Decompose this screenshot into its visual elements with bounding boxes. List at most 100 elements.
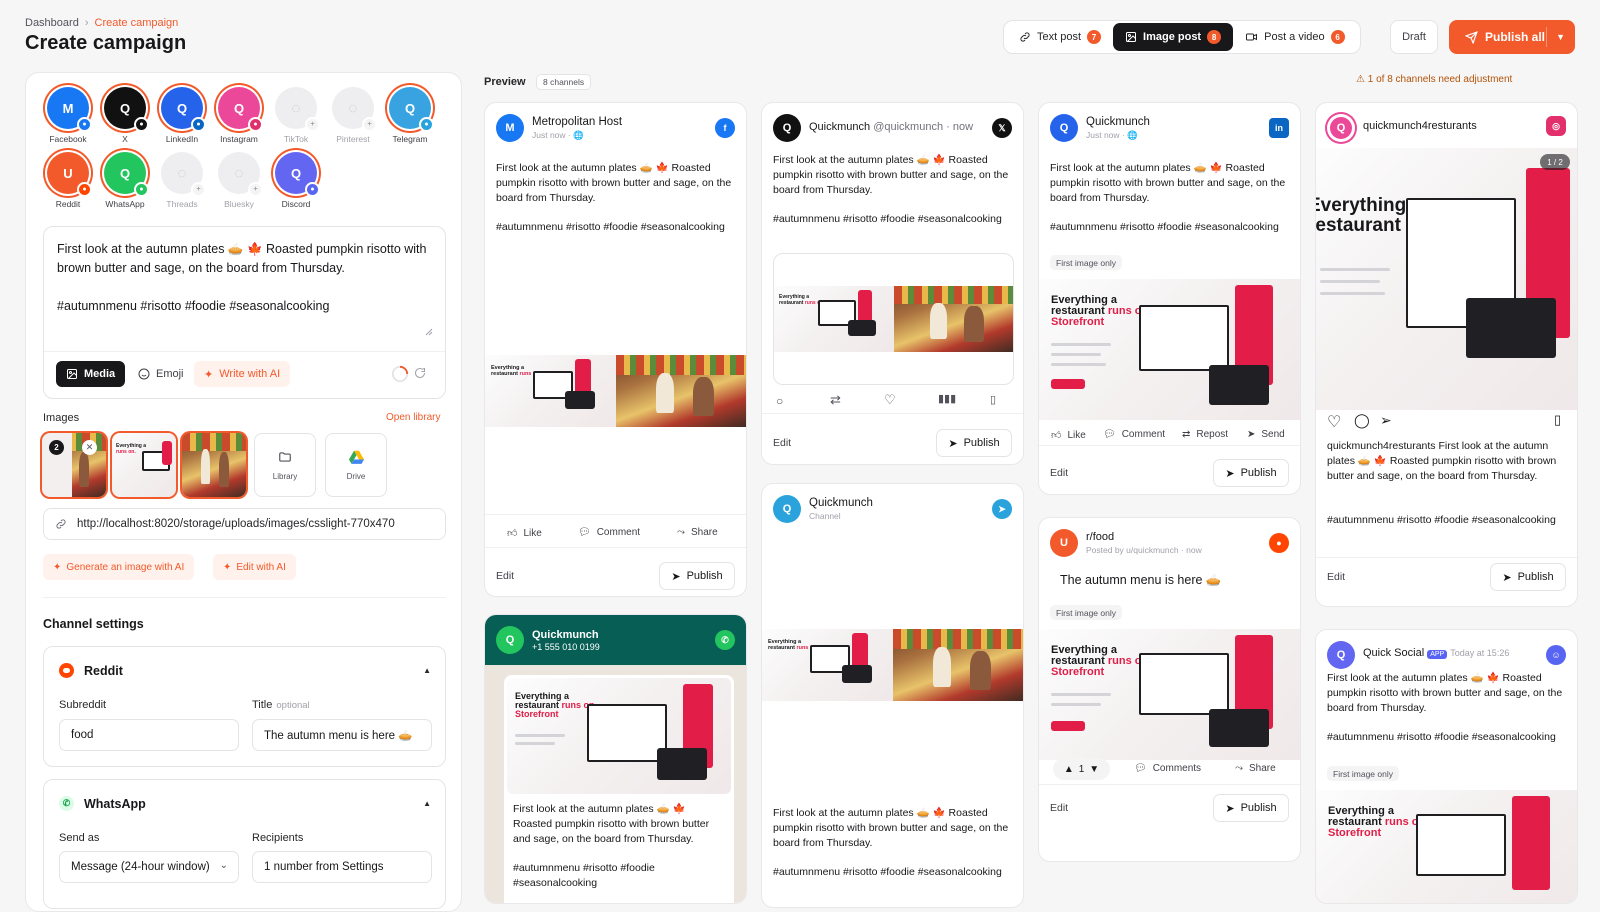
publish-all-button[interactable]: Publish all ▼ [1449,20,1575,54]
url-value: http://localhost:8020/storage/uploads/im… [77,518,395,530]
edit-link[interactable]: Edit [1050,467,1068,479]
publish-button[interactable]: ➤ Publish [1490,563,1566,591]
post-hashtags: #autumnmenu #risotto #foodie #seasonalco… [513,862,655,889]
publish-button[interactable]: ➤ Publish [659,562,735,590]
heart-icon[interactable]: ♡ [884,392,896,408]
tab-post-video[interactable]: Post a video 6 [1233,23,1357,51]
thumbs-up-icon: 👍︎ [1051,430,1062,441]
image-url-input[interactable]: http://localhost:8020/storage/uploads/im… [43,508,446,540]
share-button[interactable]: ⤳ Share [677,527,718,538]
person [219,452,230,488]
heart-icon[interactable]: ♡ [1327,412,1341,432]
write-with-ai-button[interactable]: ✦ Write with AI [194,361,291,387]
downvote-icon[interactable]: ▼ [1089,764,1099,775]
retweet-icon[interactable]: ⇄ [830,392,841,408]
facebook-account-name: Metropolitan Host [532,116,623,128]
image-thumbnail-1[interactable]: 2 ✕ [42,433,106,497]
text-line [1051,693,1111,696]
repost-button[interactable]: ⇄ Repost [1182,429,1228,440]
send-icon[interactable]: ➢ [1380,412,1392,429]
generate-image-ai-button[interactable]: ✦ Generate an image with AI [43,554,195,580]
channel-label: TikTok [283,134,309,144]
person [930,302,948,339]
image-thumbnail-2[interactable]: Everything a runs on. [112,433,176,497]
channel-facebook[interactable]: M ● Facebook [39,87,97,144]
channel-reddit[interactable]: U ● Reddit [39,152,97,209]
analytics-icon[interactable]: ▮▮▮ [938,392,956,405]
avatar: Q [496,626,524,654]
resize-handle-icon[interactable] [425,328,433,336]
comment-icon[interactable]: ◯ [1354,412,1370,429]
channel-label: Bluesky [224,199,254,209]
adjustment-warning[interactable]: ⚠ 1 of 8 channels need adjustment [1356,74,1512,85]
pos-terminal [657,748,707,780]
channel-tiktok[interactable]: ◌ + TikTok [267,87,325,144]
reddit-title-input[interactable]: The autumn menu is here 🥧 [252,719,432,751]
upvote-icon[interactable]: ▲ [1064,764,1074,775]
like-button[interactable]: 👍︎ Like [1051,429,1086,442]
edit-link[interactable]: Edit [1050,802,1068,814]
publish-button[interactable]: ➤ Publish [936,429,1012,457]
channel-pinterest[interactable]: ◌ + Pinterest [324,87,382,144]
comment-button[interactable]: 💬︎ Comment [1103,429,1165,440]
channel-discord[interactable]: Q ● Discord [267,152,325,209]
edit-link[interactable]: Edit [773,437,791,449]
kiosk [162,441,172,465]
selected-count-badge: 2 [49,440,64,455]
send-button[interactable]: ➤ Send [1247,429,1285,440]
like-button[interactable]: 👍︎ Like [507,527,542,540]
chevron-up-icon[interactable]: ▲ [423,666,431,675]
tab-text-post[interactable]: Text post 7 [1007,23,1113,51]
channel-telegram[interactable]: Q ● Telegram [381,87,439,144]
chevron-up-icon[interactable]: ▲ [423,799,431,808]
whatsapp-preview-card: Q Quickmunch +1 555 010 0199 ✆ Everythin… [484,614,747,904]
tab-image-post[interactable]: Image post 8 [1113,23,1234,51]
edit-link[interactable]: Edit [496,570,514,582]
bookmark-icon[interactable]: ▯ [990,393,996,406]
send-as-label: Send as [59,832,100,844]
edit-link[interactable]: Edit [1327,571,1345,583]
comment-button[interactable]: 💬︎ Comment [578,527,640,538]
share-button[interactable]: ⤳ Share [1235,763,1276,774]
channel-bluesky[interactable]: ◌ + Bluesky [210,152,268,209]
remove-icon[interactable]: ✕ [82,440,97,455]
edit-with-ai-button[interactable]: ✦ Edit with AI [213,554,296,580]
publish-label: Publish [1240,802,1277,814]
person [201,449,211,485]
channel-linkedin[interactable]: Q ● LinkedIn [153,87,211,144]
vote-control[interactable]: ▲ 1 ▼ [1053,758,1110,780]
breadcrumb-root[interactable]: Dashboard [25,17,79,29]
headline-line: restaurant [491,371,518,377]
warning-icon: ⚠ [1356,74,1368,85]
publish-button[interactable]: ➤ Publish [1213,459,1289,487]
subreddit-input[interactable]: food [59,719,239,751]
channel-instagram[interactable]: Q ● Instagram [210,87,268,144]
whatsapp-settings-header[interactable]: ✆ WhatsApp [59,796,146,811]
open-library-link[interactable]: Open library [386,412,440,423]
comments-button[interactable]: 💬︎ Comments [1134,763,1201,774]
storefront-image: Everything a restaurant runs on. Storefron… [507,678,731,794]
drive-button[interactable]: Drive [325,433,387,497]
emoji-button[interactable]: Emoji [128,361,194,387]
draft-button[interactable]: Draft [1390,20,1438,54]
publish-button[interactable]: ➤ Publish [1213,794,1289,822]
tab-label: Post a video [1264,31,1325,43]
send-icon: ➤ [671,570,681,583]
library-button[interactable]: Library [254,433,316,497]
image-headline: Everything a restaurant runs on. Storefron… [1051,645,1151,678]
channel-threads[interactable]: ◌ + Threads [153,152,211,209]
bookmark-icon[interactable]: ▯ [1554,412,1561,428]
post-textarea[interactable]: First look at the autumn plates 🥧 🍁 Roas… [57,240,432,316]
recipients-input[interactable]: 1 number from Settings [252,851,432,883]
reddit-settings-header[interactable]: Reddit [59,663,123,678]
image-thumbnail-3[interactable] [182,433,246,497]
reply-icon[interactable]: ○ [776,394,783,408]
channel-x[interactable]: Q ● X [96,87,154,144]
media-button[interactable]: Media [56,361,126,387]
storefront-image: Everything a restaurant runs on. Storefron… [1039,279,1300,420]
channel-avatar: U ● [47,152,92,197]
chevron-down-icon[interactable]: ▼ [1556,32,1565,42]
channel-whatsapp[interactable]: Q ● WhatsApp [96,152,154,209]
link-icon [1020,32,1030,42]
send-as-select[interactable]: Message (24-hour window) ⌄ [59,851,239,883]
